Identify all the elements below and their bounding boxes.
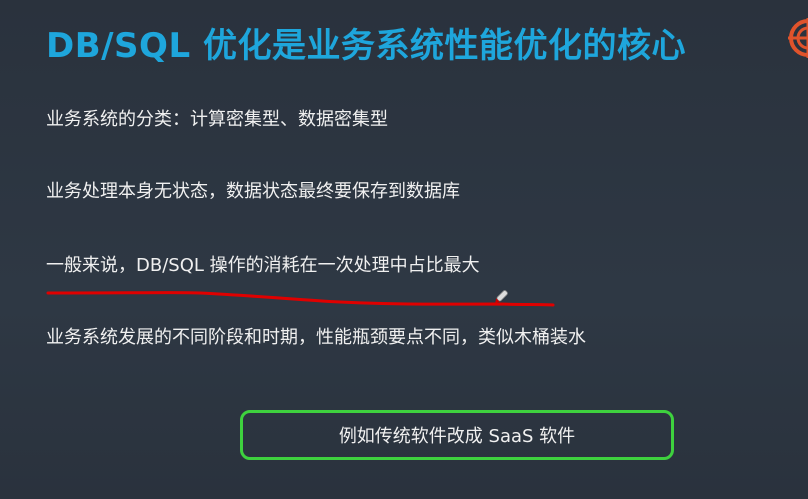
- pen-cursor-icon: [495, 290, 508, 303]
- callout-text: 例如传统软件改成 SaaS 软件: [338, 426, 576, 447]
- callout-box: 例如传统软件改成 SaaS 软件: [240, 410, 674, 460]
